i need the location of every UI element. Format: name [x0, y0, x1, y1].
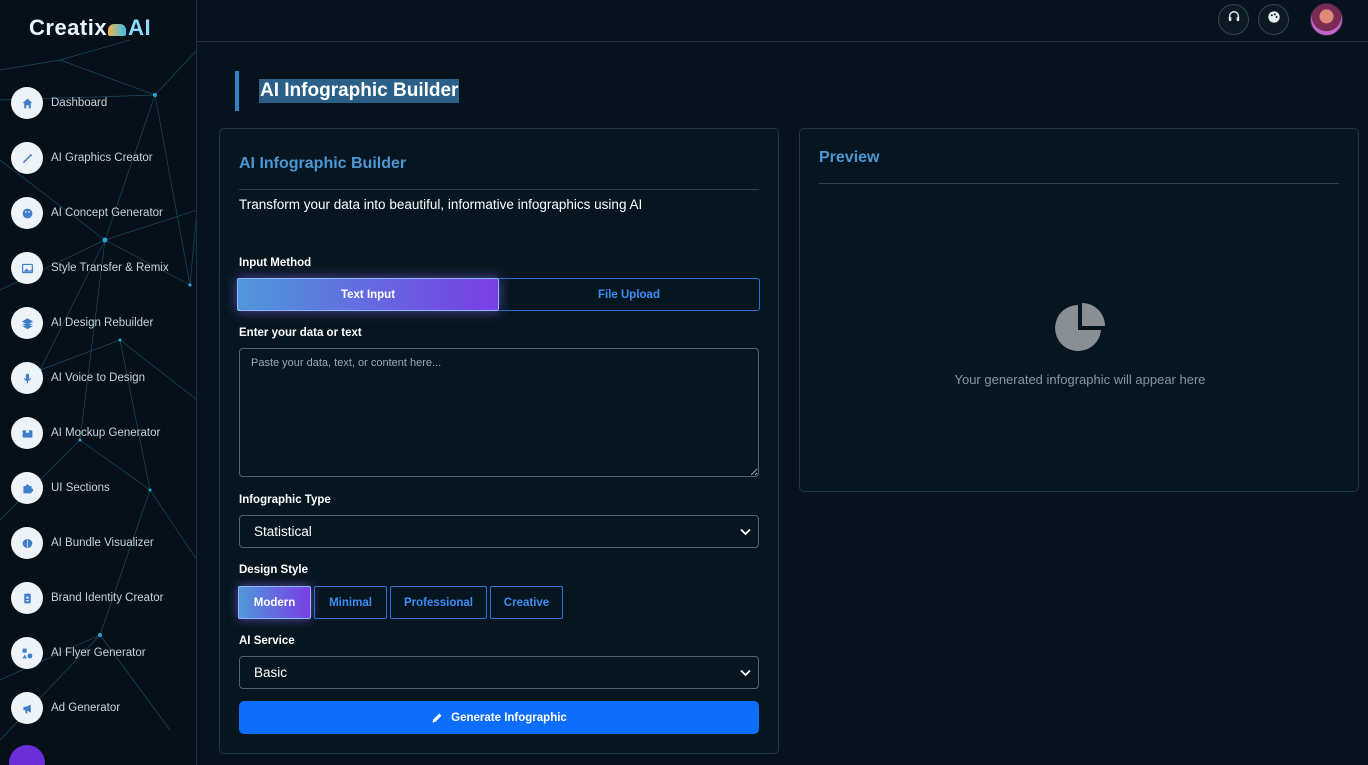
sidebar-item-ai-design-rebuilder[interactable]: AI Design Rebuilder: [0, 305, 196, 341]
sidebar-item-label: AI Design Rebuilder: [51, 317, 154, 329]
builder-subtitle: Transform your data into beautiful, info…: [239, 197, 643, 212]
sidebar-item-label: AI Voice to Design: [51, 372, 145, 384]
sidebar-item-style-transfer-remix[interactable]: Style Transfer & Remix: [0, 250, 196, 286]
home-icon: [11, 87, 43, 119]
infographic-type-value: Statistical: [254, 524, 312, 539]
headset-icon: [1227, 10, 1241, 29]
image-icon: [11, 252, 43, 284]
box-icon: [11, 417, 43, 449]
style-minimal-button[interactable]: Minimal: [314, 586, 387, 619]
generate-button-label: Generate Infographic: [451, 711, 567, 724]
sidebar-item-label: Brand Identity Creator: [51, 592, 164, 604]
preview-empty-state: Your generated infographic will appear h…: [800, 301, 1360, 387]
data-textarea[interactable]: [239, 348, 759, 477]
preview-divider: [819, 183, 1339, 184]
page-title: AI Infographic Builder: [235, 71, 535, 111]
page-title-text: AI Infographic Builder: [259, 79, 460, 103]
magic-wand-icon: [11, 142, 43, 174]
style-creative-button[interactable]: Creative: [490, 586, 563, 619]
sidebar-item-brand-identity-creator[interactable]: Brand Identity Creator: [0, 580, 196, 616]
sidebar-item-ad-generator[interactable]: Ad Generator: [0, 690, 196, 726]
theme-button[interactable]: [1258, 4, 1289, 35]
app-logo[interactable]: Creatix AI: [29, 14, 151, 42]
sidebar-item-ai-mockup-generator[interactable]: AI Mockup Generator: [0, 415, 196, 451]
builder-title: AI Infographic Builder: [239, 155, 407, 172]
preview-card: Preview Your generated infographic will …: [799, 128, 1359, 492]
sidebar-item-ai-voice-to-design[interactable]: AI Voice to Design: [0, 360, 196, 396]
infographic-type-label: Infographic Type: [239, 494, 331, 506]
preview-empty-text: Your generated infographic will appear h…: [954, 372, 1206, 387]
sidebar-item-label: AI Bundle Visualizer: [51, 537, 154, 549]
text-input-tab[interactable]: Text Input: [237, 278, 499, 311]
sidebar-item-label: Dashboard: [51, 97, 108, 109]
ai-service-label: AI Service: [239, 635, 295, 647]
design-style-group: Modern Minimal Professional Creative: [238, 586, 563, 619]
input-method-label: Input Method: [239, 257, 312, 269]
input-method-toggle: Text Input File Upload: [237, 278, 760, 311]
chevron-down-icon: [740, 528, 751, 536]
puzzle-icon: [11, 472, 43, 504]
palette-icon: [11, 197, 43, 229]
sidebar-item-ui-sections[interactable]: UI Sections: [0, 470, 196, 506]
data-input-label: Enter your data or text: [239, 327, 362, 339]
palette-icon: [1267, 10, 1281, 29]
builder-divider: [239, 189, 759, 190]
sidebar-item-label: UI Sections: [51, 482, 110, 494]
infographic-type-select[interactable]: Statistical: [239, 515, 759, 548]
pencil-icon: [432, 713, 442, 722]
builder-card: AI Infographic Builder Transform your da…: [219, 128, 779, 754]
sidebar-item-label: AI Mockup Generator: [51, 427, 161, 439]
sidebar-item-label: Style Transfer & Remix: [51, 262, 169, 274]
ai-service-value: Basic: [254, 665, 288, 680]
shapes-icon: [11, 637, 43, 669]
sidebar: Creatix AI Dashboard AI Graphics Creator …: [0, 0, 197, 765]
microphone-icon: [11, 362, 43, 394]
sidebar-item-ai-graphics-creator[interactable]: AI Graphics Creator: [0, 140, 196, 176]
sidebar-item-ai-flyer-generator[interactable]: AI Flyer Generator: [0, 635, 196, 671]
file-upload-tab[interactable]: File Upload: [499, 278, 760, 311]
id-badge-icon: [11, 582, 43, 614]
sidebar-item-label: Ad Generator: [51, 702, 121, 714]
pie-chart-icon: [1055, 303, 1105, 351]
megaphone-icon: [11, 692, 43, 724]
sidebar-item-ai-bundle-visualizer[interactable]: AI Bundle Visualizer: [0, 525, 196, 561]
topbar: [197, 0, 1368, 42]
style-modern-button[interactable]: Modern: [238, 586, 311, 619]
sidebar-item-label: AI Flyer Generator: [51, 647, 146, 659]
chevron-down-icon: [740, 669, 751, 677]
layers-icon: [11, 307, 43, 339]
brain-icon: [11, 527, 43, 559]
preview-title: Preview: [819, 149, 880, 166]
logo-mark-icon: [108, 24, 127, 36]
sidebar-item-ai-concept-generator[interactable]: AI Concept Generator: [0, 195, 196, 231]
style-professional-button[interactable]: Professional: [390, 586, 487, 619]
user-avatar[interactable]: [1310, 3, 1343, 36]
support-button[interactable]: [1218, 4, 1249, 35]
ai-service-select[interactable]: Basic: [239, 656, 759, 689]
generate-infographic-button[interactable]: Generate Infographic: [239, 701, 759, 734]
design-style-label: Design Style: [239, 564, 309, 576]
sidebar-item-dashboard[interactable]: Dashboard: [0, 85, 196, 121]
sidebar-item-label: AI Concept Generator: [51, 207, 163, 219]
sidebar-item-label: AI Graphics Creator: [51, 152, 153, 164]
